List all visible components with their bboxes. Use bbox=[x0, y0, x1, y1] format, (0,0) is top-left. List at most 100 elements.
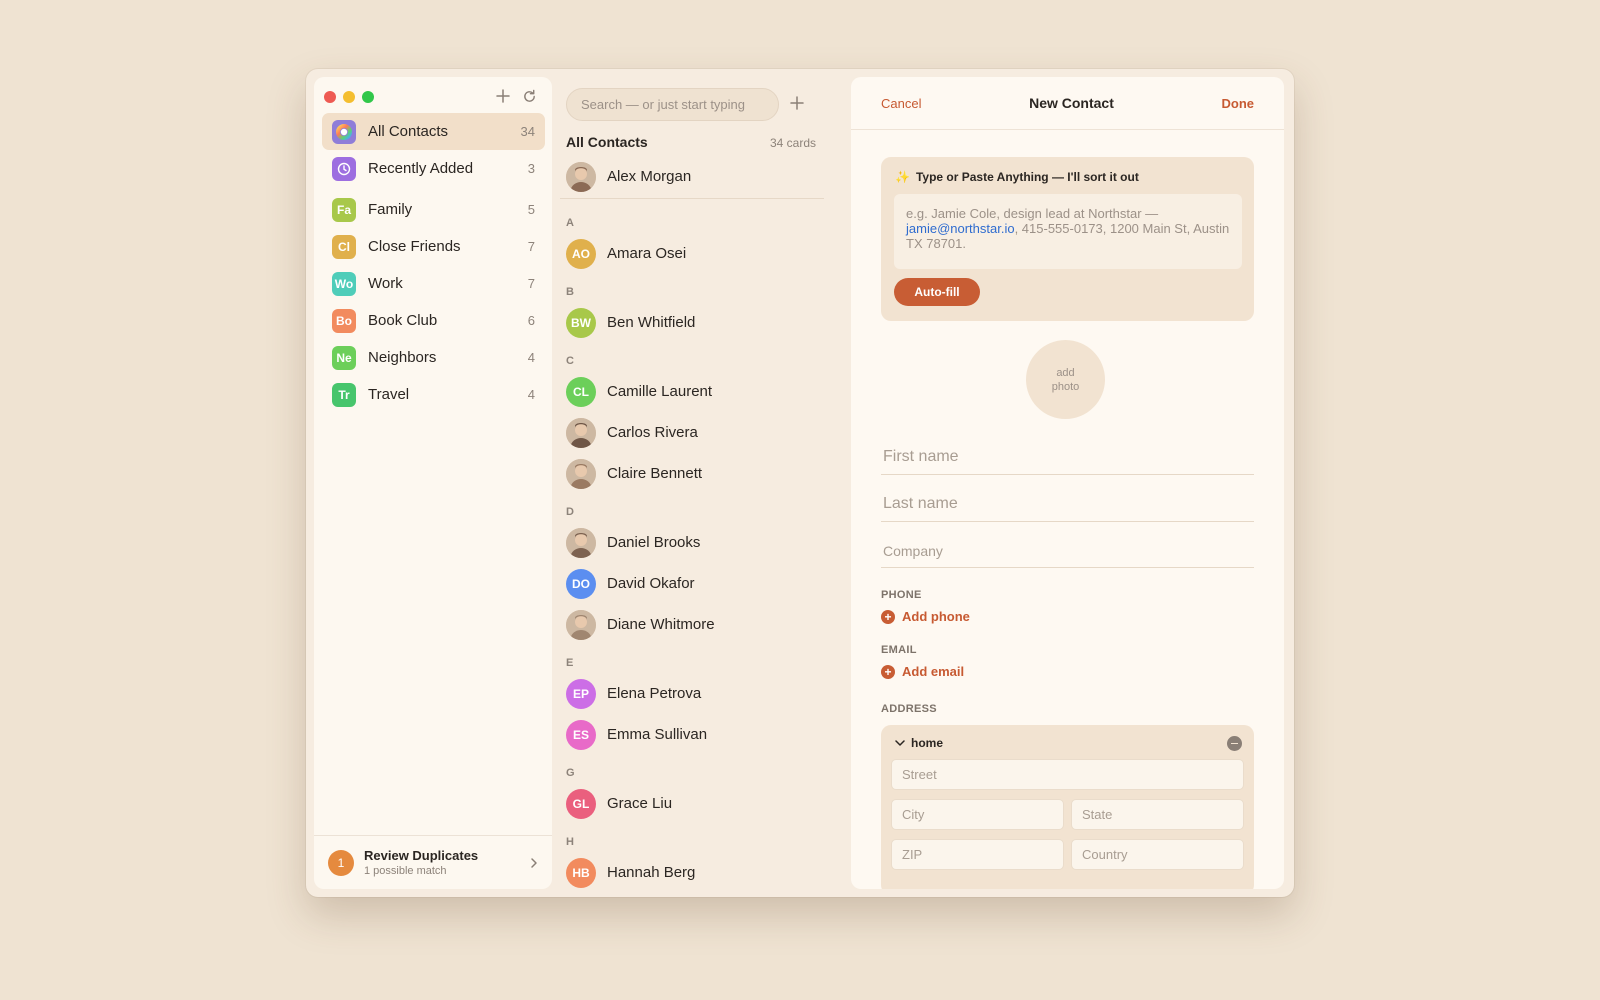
contact-name: Daniel Brooks bbox=[607, 534, 701, 551]
address-section-label: ADDRESS bbox=[881, 703, 937, 715]
add-contact-button[interactable] bbox=[786, 91, 808, 115]
contact-photo-avatar bbox=[566, 417, 596, 448]
street-field[interactable]: Street bbox=[891, 759, 1244, 790]
window-controls bbox=[324, 91, 374, 103]
contact-row[interactable]: DO David Okafor bbox=[560, 563, 824, 604]
sidebar-item-count: 3 bbox=[527, 161, 535, 176]
new-contact-editor: Cancel New Contact Done ✨ Type or Paste … bbox=[851, 77, 1284, 889]
review-duplicates-button[interactable]: 1 Review Duplicates 1 possible match bbox=[314, 835, 552, 889]
sidebar-item-family[interactable]: Fa Family 5 bbox=[322, 191, 545, 228]
contact-initials-avatar: BW bbox=[566, 307, 596, 338]
contact-row[interactable]: Daniel Brooks bbox=[560, 522, 824, 563]
contact-row[interactable]: CL Camille Laurent bbox=[560, 371, 824, 412]
contact-row[interactable]: HB Hannah Berg bbox=[560, 852, 824, 889]
plus-circle-icon: + bbox=[881, 609, 895, 624]
sidebar-item-all-contacts[interactable]: All Contacts 34 bbox=[322, 113, 545, 150]
search-input[interactable]: Search — or just start typing bbox=[566, 88, 779, 121]
sidebar-item-book-club[interactable]: Bo Book Club 6 bbox=[322, 302, 545, 339]
contact-row[interactable]: GL Grace Liu bbox=[560, 783, 824, 824]
contact-initials-avatar: AO bbox=[566, 238, 596, 269]
section-header: C bbox=[566, 355, 574, 367]
sparkles-icon: ✨ bbox=[895, 170, 910, 184]
sidebar-item-count: 7 bbox=[527, 276, 535, 291]
contact-row[interactable]: Alex Morgan bbox=[560, 155, 824, 199]
contact-name: Grace Liu bbox=[607, 795, 673, 812]
remove-address-button[interactable] bbox=[1227, 736, 1242, 751]
contact-row[interactable]: AO Amara Osei bbox=[560, 233, 824, 274]
plus-circle-icon: + bbox=[881, 664, 895, 679]
address-card: home Street City State ZIP Country bbox=[881, 725, 1254, 889]
auto-fill-button[interactable]: Auto-fill bbox=[894, 278, 980, 306]
contact-row[interactable]: BW Ben Whitfield bbox=[560, 302, 824, 343]
contact-row[interactable]: Diane Whitmore bbox=[560, 604, 824, 645]
sidebar-item-count: 6 bbox=[527, 313, 535, 328]
contact-row[interactable]: Carlos Rivera bbox=[560, 412, 824, 453]
clock-icon bbox=[332, 156, 356, 181]
section-header: A bbox=[566, 217, 574, 229]
section-header: H bbox=[566, 836, 574, 848]
contact-name: Claire Bennett bbox=[607, 465, 703, 482]
contact-row[interactable]: ES Emma Sullivan bbox=[560, 714, 824, 755]
sidebar-item-label: Family bbox=[368, 201, 413, 218]
minimize-window-button[interactable] bbox=[343, 91, 355, 103]
contact-row[interactable]: EP Elena Petrova bbox=[560, 673, 824, 714]
sidebar-item-label: Book Club bbox=[368, 312, 438, 329]
cancel-button[interactable]: Cancel bbox=[881, 96, 921, 111]
sidebar-item-recently-added[interactable]: Recently Added 3 bbox=[322, 150, 545, 187]
refresh-button[interactable] bbox=[518, 84, 540, 108]
contact-name: Camille Laurent bbox=[607, 383, 713, 400]
close-window-button[interactable] bbox=[324, 91, 336, 103]
add-phone-button[interactable]: + Add phone bbox=[881, 609, 970, 624]
sidebar-item-close-friends[interactable]: Cl Close Friends 7 bbox=[322, 228, 545, 265]
sidebar-item-count: 4 bbox=[527, 350, 535, 365]
done-button[interactable]: Done bbox=[1221, 96, 1254, 111]
sidebar-item-work[interactable]: Wo Work 7 bbox=[322, 265, 545, 302]
country-field[interactable]: Country bbox=[1071, 839, 1244, 870]
last-name-field[interactable]: Last name bbox=[881, 485, 1254, 522]
company-field[interactable]: Company bbox=[881, 532, 1254, 568]
sidebar-toolbar bbox=[492, 84, 540, 108]
state-field[interactable]: State bbox=[1071, 799, 1244, 830]
list-header: All Contacts 34 cards bbox=[566, 134, 816, 150]
editor-header: Cancel New Contact Done bbox=[851, 77, 1284, 130]
sidebar-item-neighbors[interactable]: Ne Neighbors 4 bbox=[322, 339, 545, 376]
zoom-window-button[interactable] bbox=[362, 91, 374, 103]
add-email-button[interactable]: + Add email bbox=[881, 664, 964, 679]
contact-name: Alex Morgan bbox=[607, 168, 692, 185]
section-header: D bbox=[566, 506, 574, 518]
contact-list-pane: Search — or just start typing All Contac… bbox=[560, 77, 832, 889]
group-badge: Tr bbox=[332, 382, 356, 407]
chevron-down-icon bbox=[895, 739, 905, 746]
email-section-label: EMAIL bbox=[881, 644, 917, 656]
address-type-label: home bbox=[911, 736, 944, 750]
smart-paste-heading-row: ✨ Type or Paste Anything — I'll sort it … bbox=[895, 170, 1139, 184]
city-field[interactable]: City bbox=[891, 799, 1064, 830]
sidebar-item-travel[interactable]: Tr Travel 4 bbox=[322, 376, 545, 413]
paste-example-email: jamie@northstar.io bbox=[906, 221, 1015, 236]
first-name-field[interactable]: First name bbox=[881, 439, 1254, 475]
add-phone-label: Add phone bbox=[902, 609, 970, 624]
contact-initials-avatar: CL bbox=[566, 376, 596, 407]
sidebar-item-label: Work bbox=[368, 275, 403, 292]
contact-name: Emma Sullivan bbox=[607, 726, 708, 743]
card-count: 34 cards bbox=[769, 136, 816, 150]
add-photo-button[interactable]: add photo bbox=[1026, 340, 1105, 419]
list-title: All Contacts bbox=[566, 134, 648, 150]
group-badge: Cl bbox=[332, 234, 356, 259]
zip-field[interactable]: ZIP bbox=[891, 839, 1064, 870]
plus-icon bbox=[790, 96, 804, 110]
editor-title: New Contact bbox=[1029, 95, 1114, 111]
duplicates-title: Review Duplicates bbox=[364, 848, 479, 863]
add-photo-label: add photo bbox=[1051, 366, 1080, 393]
contact-name: Diane Whitmore bbox=[607, 616, 715, 633]
sidebar-item-label: Neighbors bbox=[368, 349, 437, 366]
contact-row[interactable]: Claire Bennett bbox=[560, 453, 824, 494]
sidebar: All Contacts 34 Recently Added 3 Fa Fami… bbox=[314, 77, 552, 889]
add-group-button[interactable] bbox=[492, 84, 514, 108]
smart-paste-heading: Type or Paste Anything — I'll sort it ou… bbox=[915, 170, 1139, 184]
address-type-selector[interactable]: home bbox=[895, 736, 943, 750]
refresh-icon bbox=[523, 89, 535, 102]
smart-paste-textarea[interactable]: e.g. Jamie Cole, design lead at Northsta… bbox=[894, 194, 1242, 269]
add-email-label: Add email bbox=[902, 664, 965, 679]
contact-photo-avatar bbox=[566, 458, 596, 489]
